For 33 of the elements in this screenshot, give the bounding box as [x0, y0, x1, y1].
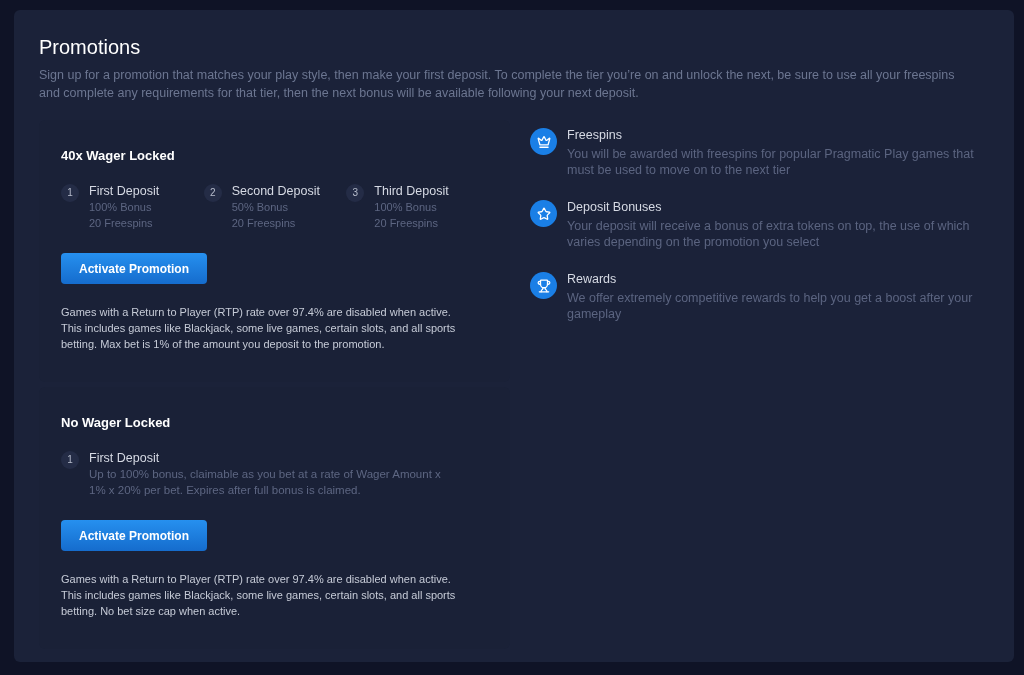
crown-icon: [530, 128, 557, 155]
promotion-title: 40x Wager Locked: [61, 148, 176, 163]
promotion-note: Games with a Return to Player (RTP) rate over 97.4% are disabled when active.: [61, 305, 452, 320]
step-title: Third Deposit: [374, 183, 449, 199]
page-title: Promotions: [39, 35, 142, 59]
step-title: First Deposit: [89, 450, 161, 466]
step-number: 1: [61, 184, 79, 202]
step-detail: 100% Bonus: [89, 200, 153, 215]
step-detail: 20 Freespins: [89, 216, 154, 231]
feature-title: Freespins: [567, 128, 623, 143]
step-number: 1: [61, 451, 79, 469]
activate-promotion-button[interactable]: Activate Promotion: [61, 253, 207, 284]
feature-description: You will be awarded with freespins for popular Pragmatic Play games that must be used to move on to the next tier: [567, 146, 975, 178]
feature-title: Deposit Bonuses: [567, 200, 663, 215]
step-detail: 20 Freespins: [231, 216, 297, 231]
step-detail: 20 Freespins: [374, 216, 439, 231]
step-number: 3: [346, 184, 365, 202]
step-title: Second Deposit: [231, 183, 320, 199]
step-detail: 50% Bonus: [231, 200, 289, 215]
step-detail: Up to 100% bonus, claimable as you bet at a rate of Wager Amount x 1% x 20% per bet. Expires after full bonus is claimed.: [89, 467, 442, 498]
feature-description: Your deposit will receive a bonus of extra tokens on top, the use of which varies depending on the promotion you select: [567, 218, 971, 250]
step-title: First Deposit: [89, 183, 160, 199]
trophy-icon: [530, 272, 557, 299]
promotion-note: This includes games like Blackjack, some live games, certain slots, and all sports betting. No bet size cap when active.: [61, 588, 457, 619]
activate-promotion-button[interactable]: Activate Promotion: [61, 520, 207, 551]
feature-title: Rewards: [567, 272, 618, 287]
feature-description: We offer extremely competitive rewards to help you get a boost after your gameplay: [567, 290, 974, 322]
promotion-note: Games with a Return to Player (RTP) rate over 97.4% are disabled when active.: [61, 572, 452, 587]
promotion-note: This includes games like Blackjack, some live games, certain slots, and all sports betting. Max bet is 1% of the amount you deposit to the promotion.: [61, 321, 457, 352]
step-detail: 100% Bonus: [374, 200, 438, 215]
page-description: Sign up for a promotion that matches your play style, then make your first deposit. To complete the tier you’re on and unlock the next, be sure to use all your freespins and complete any requirements for that tier, then the next bonus will be available following your next deposit.: [39, 67, 956, 102]
step-number: 2: [203, 184, 222, 202]
promotion-title: No Wager Locked: [61, 415, 172, 430]
